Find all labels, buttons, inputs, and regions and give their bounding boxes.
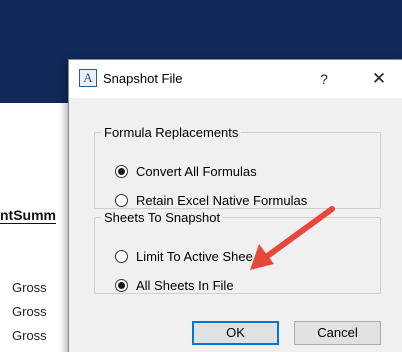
radio-label: Limit To Active Shee [136,249,253,264]
background-row-label: Gross [12,280,47,295]
sheets-to-snapshot-group: Sheets To Snapshot Limit To Active Shee … [94,210,381,294]
radio-label: All Sheets In File [136,278,234,293]
radio-label: Convert All Formulas [136,164,257,179]
radio-label: Retain Excel Native Formulas [136,193,308,208]
app-icon: A [79,69,97,87]
radio-limit-to-active-sheet[interactable]: Limit To Active Shee [115,249,253,264]
help-button[interactable]: ? [312,66,336,92]
group-legend: Formula Replacements [104,125,239,140]
formula-replacements-group: Formula Replacements Convert All Formula… [94,125,381,209]
snapshot-file-dialog: A Snapshot File ? ✕ Formula Replacements… [68,59,402,352]
radio-all-sheets-in-file[interactable]: All Sheets In File [115,278,234,293]
radio-button[interactable] [115,194,128,207]
group-legend: Sheets To Snapshot [104,210,221,225]
dialog-title: Snapshot File [103,71,183,86]
background-row-label: Gross [12,304,47,319]
background-sheet-heading: ntSumm [0,207,56,223]
radio-button-selected[interactable] [115,279,128,292]
cancel-button[interactable]: Cancel [294,321,381,345]
background-row-label: Gross [12,328,47,343]
radio-button-selected[interactable] [115,165,128,178]
radio-retain-native-formulas[interactable]: Retain Excel Native Formulas [115,193,307,208]
close-button[interactable]: ✕ [366,66,392,92]
dialog-title-bar[interactable]: A Snapshot File ? ✕ [69,60,402,98]
radio-convert-all-formulas[interactable]: Convert All Formulas [115,164,257,179]
radio-button[interactable] [115,250,128,263]
ok-button[interactable]: OK [192,321,279,345]
